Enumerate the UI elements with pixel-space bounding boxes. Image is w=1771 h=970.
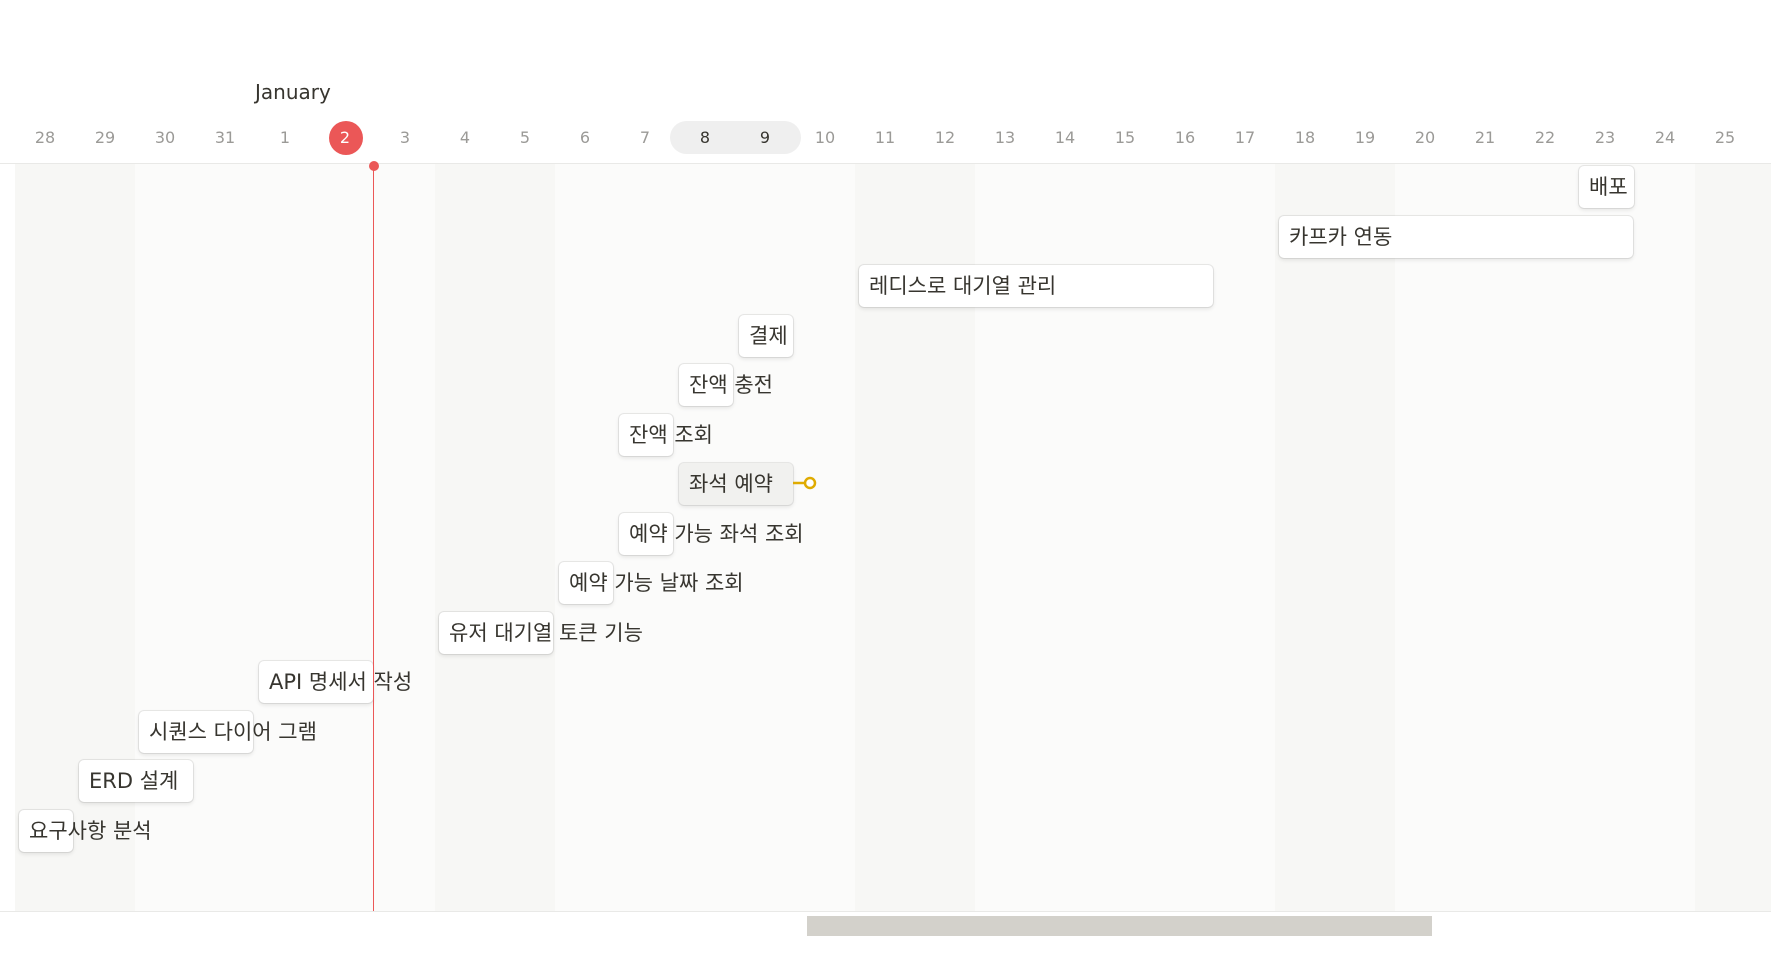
day-label[interactable]: 10	[795, 118, 855, 158]
day-label[interactable]: 30	[135, 118, 195, 158]
day-label[interactable]: 20	[1395, 118, 1455, 158]
task-label: 시퀀스 다이어 그램	[149, 720, 317, 744]
day-label[interactable]: 13	[975, 118, 1035, 158]
task-label: 결제	[749, 324, 788, 348]
task-label: 잔액 충전	[689, 373, 773, 397]
day-label[interactable]: 23	[1575, 118, 1635, 158]
month-label: January	[255, 80, 331, 104]
week-column	[1395, 164, 1695, 912]
task-label: 배포	[1589, 175, 1628, 199]
task-label: 좌석 예약	[689, 472, 773, 496]
day-label[interactable]: 6	[555, 118, 615, 158]
task-label: 유저 대기열 토큰 기능	[449, 621, 643, 645]
day-header: 28 29 30 31 1 2 3 4 5 6 7 8 9 10 11 12 1…	[0, 118, 1771, 164]
weekend-column	[435, 164, 555, 912]
task-label: 카프카 연동	[1289, 225, 1393, 249]
day-label-today[interactable]: 2	[315, 118, 375, 158]
day-label[interactable]: 21	[1455, 118, 1515, 158]
day-label[interactable]: 29	[75, 118, 135, 158]
day-label[interactable]: 31	[195, 118, 255, 158]
day-label[interactable]: 28	[15, 118, 75, 158]
day-label[interactable]: 5	[495, 118, 555, 158]
day-label[interactable]: 24	[1635, 118, 1695, 158]
day-label-selected[interactable]: 8	[675, 118, 735, 158]
day-label[interactable]: 1	[255, 118, 315, 158]
day-label[interactable]: 19	[1335, 118, 1395, 158]
day-label[interactable]: 15	[1095, 118, 1155, 158]
dependency-handle-icon[interactable]	[793, 474, 829, 492]
task-label: API 명세서 작성	[269, 670, 413, 694]
weekend-column	[1695, 164, 1771, 912]
day-label[interactable]: 16	[1155, 118, 1215, 158]
day-label[interactable]: 22	[1515, 118, 1575, 158]
day-label[interactable]: 12	[915, 118, 975, 158]
day-label[interactable]: 3	[375, 118, 435, 158]
day-label-selected[interactable]: 9	[735, 118, 795, 158]
task-label: 잔액 조회	[629, 423, 713, 447]
day-label[interactable]: 14	[1035, 118, 1095, 158]
today-line	[373, 166, 374, 912]
scrollbar-thumb[interactable]	[807, 916, 1432, 936]
task-label: 레디스로 대기열 관리	[869, 274, 1057, 298]
day-label[interactable]: 11	[855, 118, 915, 158]
day-label[interactable]: 18	[1275, 118, 1335, 158]
header-divider	[0, 163, 1771, 164]
day-label[interactable]: 4	[435, 118, 495, 158]
weekend-column	[1275, 164, 1395, 912]
day-label[interactable]: 7	[615, 118, 675, 158]
task-label: ERD 설계	[89, 769, 179, 793]
task-label: 요구사항 분석	[29, 819, 152, 843]
task-label: 예약 가능 좌석 조회	[629, 522, 804, 546]
today-line-dot	[369, 161, 379, 171]
day-label[interactable]: 25	[1695, 118, 1755, 158]
task-label: 예약 가능 날짜 조회	[569, 571, 744, 595]
day-label[interactable]: 17	[1215, 118, 1275, 158]
timeline-view: January 28 29 30 31 1 2 3 4 5 6 7 8 9 10…	[0, 0, 1771, 970]
